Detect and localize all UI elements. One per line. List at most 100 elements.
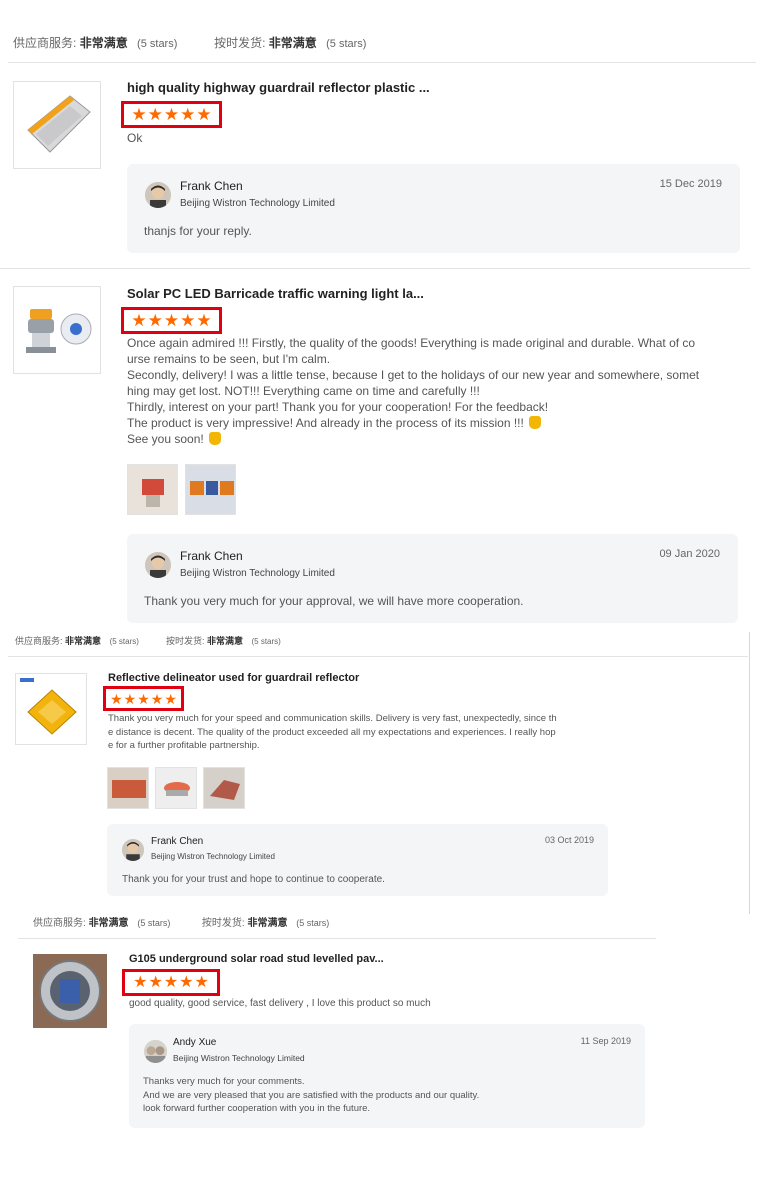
reply-date: 03 Oct 2019 (544, 835, 594, 845)
star-rating: ★ ★ ★ ★ ★ (121, 101, 222, 128)
product-title[interactable]: high quality highway guardrail reflector… (127, 80, 447, 95)
reply-company: Beijing Wistron Technology Limited (173, 1053, 305, 1063)
avatar (122, 839, 144, 861)
review-line: Secondly, delivery! I was a little tense… (127, 368, 700, 382)
supplier-rating-bar: 供应商服务: 非常满意 (5 stars) 按时发货: 非常满意 (5 star… (13, 34, 366, 51)
supplier-reply: Frank Chen Beijing Wistron Technology Li… (127, 534, 738, 623)
avatar (145, 182, 171, 208)
review-text: Thank you very much for your speed and c… (108, 713, 557, 751)
review-line: The product is very impressive! And alre… (127, 415, 699, 431)
reply-company: Beijing Wistron Technology Limited (151, 852, 275, 861)
star-icon: ★ (196, 311, 212, 330)
reply-date: 09 Jan 2020 (659, 548, 720, 560)
star-icon: ★ (163, 311, 180, 330)
star-icon: ★ (110, 690, 123, 707)
star-icon: ★ (180, 311, 196, 330)
reply-company: Beijing Wistron Technology Limited (180, 198, 335, 209)
service-label: 供应商服务: (33, 918, 86, 929)
hand-wave-icon (209, 432, 222, 445)
supplier-rating-bar: 供应商服务: 非常满意 (5 stars) 按时发货: 非常满意 (5 star… (33, 914, 329, 929)
service-note: (5 stars) (137, 918, 171, 928)
review-photo[interactable] (185, 464, 236, 515)
star-icon: ★ (194, 973, 209, 991)
reply-author: Frank Chen (180, 179, 243, 193)
product-thumbnail[interactable] (15, 673, 87, 745)
shipping-value: 非常满意 (247, 918, 288, 929)
shipping-note: (5 stars) (296, 918, 330, 928)
review-photo[interactable] (203, 767, 245, 809)
reply-message: thanjs for your reply. (144, 224, 252, 238)
star-icon: ★ (131, 105, 147, 124)
review-line: Thirdly, interest on your part! Thank yo… (127, 400, 549, 414)
avatar (144, 1040, 167, 1063)
shipping-note: (5 stars) (251, 637, 281, 646)
reply-message: Thank you for your trust and hope to con… (122, 874, 385, 885)
service-label: 供应商服务: (15, 636, 63, 646)
star-icon: ★ (196, 105, 212, 124)
reply-author: Andy Xue (173, 1037, 217, 1048)
review-photo[interactable] (107, 767, 149, 809)
review-text: Ok (127, 131, 143, 145)
divider (8, 62, 756, 63)
shipping-value: 非常满意 (268, 36, 317, 50)
supplier-rating-bar: 供应商服务: 非常满意 (5 stars) 按时发货: 非常满意 (5 star… (15, 634, 281, 647)
divider (8, 656, 748, 657)
reply-date: 15 Dec 2019 (659, 178, 722, 190)
star-rating: ★ ★ ★ ★ ★ (121, 307, 222, 334)
reply-message: Thanks very much for your comments. And … (143, 1076, 480, 1114)
thumbs-up-icon (529, 416, 542, 429)
review-text: good quality, good service, fast deliver… (129, 998, 431, 1009)
reply-message: Thank you very much for your approval, w… (144, 594, 524, 608)
product-title[interactable]: Reflective delineator used for guardrail… (108, 672, 408, 684)
service-value: 非常满意 (65, 636, 102, 646)
star-icon: ★ (148, 973, 163, 991)
review-photo[interactable] (155, 767, 197, 809)
product-thumbnail[interactable] (13, 81, 101, 169)
shipping-value: 非常满意 (206, 636, 243, 646)
review-photo[interactable] (127, 464, 178, 515)
star-icon: ★ (123, 690, 137, 707)
scroll-edge (749, 632, 750, 914)
shipping-label: 按时发货: (214, 36, 266, 50)
road-stud-image (33, 954, 107, 1028)
reply-date: 11 Sep 2019 (580, 1036, 631, 1046)
reply-company: Beijing Wistron Technology Limited (180, 568, 335, 579)
review-line: urse remains to be seen, but I'm calm. (127, 352, 331, 366)
review-text: Once again admired !!! Firstly, the qual… (127, 335, 699, 447)
product-thumbnail[interactable] (13, 286, 101, 374)
star-rating: ★ ★ ★ ★ ★ (122, 969, 220, 996)
star-icon: ★ (147, 311, 163, 330)
star-icon: ★ (163, 105, 180, 124)
product-title[interactable]: G105 underground solar road stud levelle… (129, 953, 399, 965)
service-value: 非常满意 (88, 918, 129, 929)
divider (0, 268, 750, 269)
star-icon: ★ (163, 973, 179, 991)
divider (18, 938, 656, 939)
service-value: 非常满意 (79, 36, 128, 50)
delineator-image (20, 678, 77, 735)
star-icon: ★ (131, 311, 147, 330)
barricade-light-image (26, 309, 92, 353)
star-icon: ★ (133, 973, 148, 991)
star-icon: ★ (179, 973, 194, 991)
star-icon: ★ (180, 105, 196, 124)
star-icon: ★ (164, 690, 177, 707)
service-label: 供应商服务: (13, 36, 77, 50)
service-note: (5 stars) (109, 637, 139, 646)
service-note: (5 stars) (137, 38, 178, 50)
star-icon: ★ (137, 690, 150, 707)
guardrail-reflector-image (27, 95, 91, 153)
review-line: Once again admired !!! Firstly, the qual… (127, 336, 696, 350)
reply-author: Frank Chen (151, 836, 204, 847)
supplier-reply: Andy Xue Beijing Wistron Technology Limi… (129, 1024, 645, 1128)
review-line: See you soon! (127, 431, 699, 447)
shipping-label: 按时发货: (201, 918, 245, 929)
shipping-label: 按时发货: (165, 636, 205, 646)
product-thumbnail[interactable] (33, 954, 107, 1028)
product-title[interactable]: Solar PC LED Barricade traffic warning l… (127, 286, 437, 301)
reply-author: Frank Chen (180, 549, 243, 563)
star-rating: ★ ★ ★ ★ ★ (103, 686, 184, 711)
shipping-note: (5 stars) (326, 38, 367, 50)
avatar (145, 552, 171, 578)
star-icon: ★ (150, 690, 164, 707)
